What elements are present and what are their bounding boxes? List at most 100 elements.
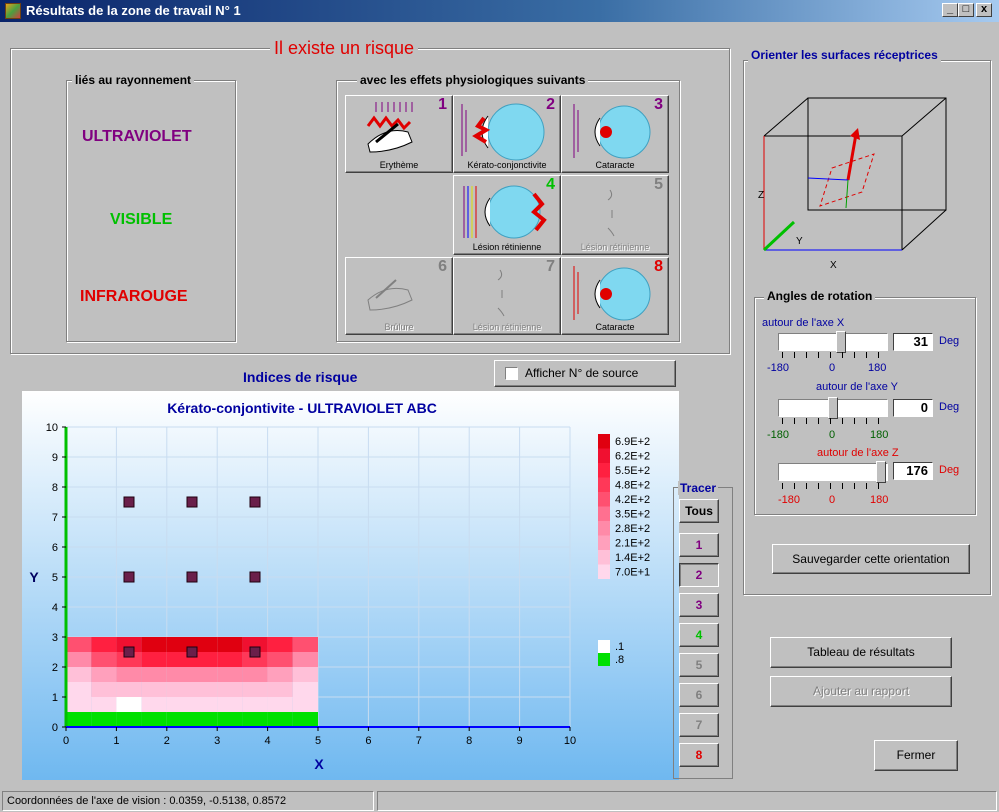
y-tick-label: 4 [52,602,58,614]
heatmap-cell [267,667,293,682]
heatmap-cell [292,682,318,697]
heatmap-cell [91,697,117,712]
effect-label: Cataracte [595,160,635,170]
heatmap-cell [217,637,243,652]
effect-tile-erythema[interactable]: 1 Erythème [345,95,453,173]
angle-y-thumb[interactable] [828,397,838,419]
y-tick-label: 2 [52,662,58,674]
y-tick-label: 10 [46,422,58,434]
app-icon [5,3,21,19]
angle-z-max: 180 [870,494,889,506]
cube-x-label: X [830,260,837,271]
legend-swatch [598,564,610,579]
angle-z-slider[interactable] [778,461,888,483]
show-source-toggle[interactable]: Afficher N° de source [494,360,676,387]
heatmap-cell [66,637,92,652]
effects-group-title: avec les effets physiologiques suivants [357,73,589,87]
heatmap-cell [141,697,167,712]
angle-y-mid: 0 [829,429,836,441]
source-marker [249,646,261,658]
legend-label: 4.8E+2 [615,480,650,492]
source-marker [186,496,198,508]
angle-x-unit: Deg [939,335,960,347]
legend-label-small: .1 [615,641,624,653]
chart-title: Kérato-conjontivite - ULTRAVIOLET ABC [167,400,437,416]
radiation-group-title: liés au rayonnement [72,73,195,87]
y-tick-label: 7 [52,512,58,524]
angle-x-max: 180 [868,362,887,374]
heatmap-cell [141,652,167,667]
tracer-button-2[interactable]: 2 [679,563,719,587]
x-tick-label: 1 [113,735,119,747]
heatmap-cell [141,667,167,682]
tracer-button-5: 5 [679,653,719,677]
save-orientation-button[interactable]: Sauvegarder cette orientation [772,544,970,574]
angle-x-label: autour de l'axe X [762,317,845,329]
source-marker [123,646,135,658]
heatmap-cell [192,712,218,727]
heatmap-cell [141,712,167,727]
tracer-button-4[interactable]: 4 [679,623,719,647]
heatmap-cell [166,667,192,682]
legend-label-small: .8 [615,654,624,666]
legend-swatch [598,506,610,521]
window-title: Résultats de la zone de travail N° 1 [26,3,241,18]
close-button[interactable]: Fermer [874,740,958,771]
angle-x-slider[interactable] [778,331,888,353]
legend-label: 6.9E+2 [615,436,650,448]
cube-y-label: Y [796,236,803,247]
close-window-button[interactable]: x [976,3,992,17]
angle-y-value[interactable]: 0 [893,399,933,417]
effect-label: Cataracte [595,322,635,332]
heatmap-cell [91,652,117,667]
heatmap-cell [116,712,142,727]
maximize-button[interactable]: □ [958,3,974,17]
effect-tile-cataract-ir[interactable]: 8 Cataracte [561,257,669,335]
heatmap-cell [66,682,92,697]
y-tick-label: 0 [52,722,58,734]
angles-title: Angles de rotation [764,289,876,303]
effect-number: 7 [546,258,555,275]
tracer-button-1[interactable]: 1 [679,533,719,557]
angle-x-value[interactable]: 31 [893,333,933,351]
heatmap-cell [242,712,268,727]
heatmap-cell [116,667,142,682]
legend-swatch [598,448,610,463]
tracer-button-3[interactable]: 3 [679,593,719,617]
heatmap-cell [166,682,192,697]
legend-label: 6.2E+2 [615,451,650,463]
angle-z-value[interactable]: 176 [893,462,933,480]
y-tick-label: 6 [52,542,58,554]
effect-tile-keratoconjunctivitis[interactable]: 2 Kérato-conjonctivite [453,95,561,173]
tracer-all-button[interactable]: Tous [679,499,719,523]
angle-z-thumb[interactable] [875,461,886,483]
legend-swatch [598,434,610,449]
y-tick-label: 9 [52,452,58,464]
tracer-title: Tracer [678,481,719,495]
angle-x-thumb[interactable] [836,331,847,353]
legend-swatch-small [598,653,610,666]
tracer-button-8[interactable]: 8 [679,743,719,767]
results-table-button[interactable]: Tableau de résultats [770,637,952,668]
y-tick-label: 1 [52,692,58,704]
heatmap-cell [166,697,192,712]
angle-y-min: -180 [767,429,790,441]
show-source-checkbox[interactable] [505,367,518,380]
heatmap-cell [91,712,117,727]
x-tick-label: 10 [564,735,576,747]
minimize-button[interactable]: _ [942,3,958,17]
source-marker [249,496,261,508]
heatmap-cell [192,682,218,697]
legend-label: 5.5E+2 [615,465,650,477]
effect-tile-cataract-uv[interactable]: 3 Cataracte [561,95,669,173]
cube-z-label: Z [758,190,764,201]
heatmap-cell [141,637,167,652]
add-report-button: Ajouter au rapport [770,676,952,707]
angle-x-ticks [782,352,882,358]
y-tick-label: 3 [52,632,58,644]
angle-y-ticks [782,418,882,424]
effect-tile-retinal-lesion-visible[interactable]: 4 Lésion rétinienne [453,175,561,255]
x-tick-label: 7 [416,735,422,747]
angle-y-slider[interactable] [778,397,888,419]
heatmap-cell [217,652,243,667]
